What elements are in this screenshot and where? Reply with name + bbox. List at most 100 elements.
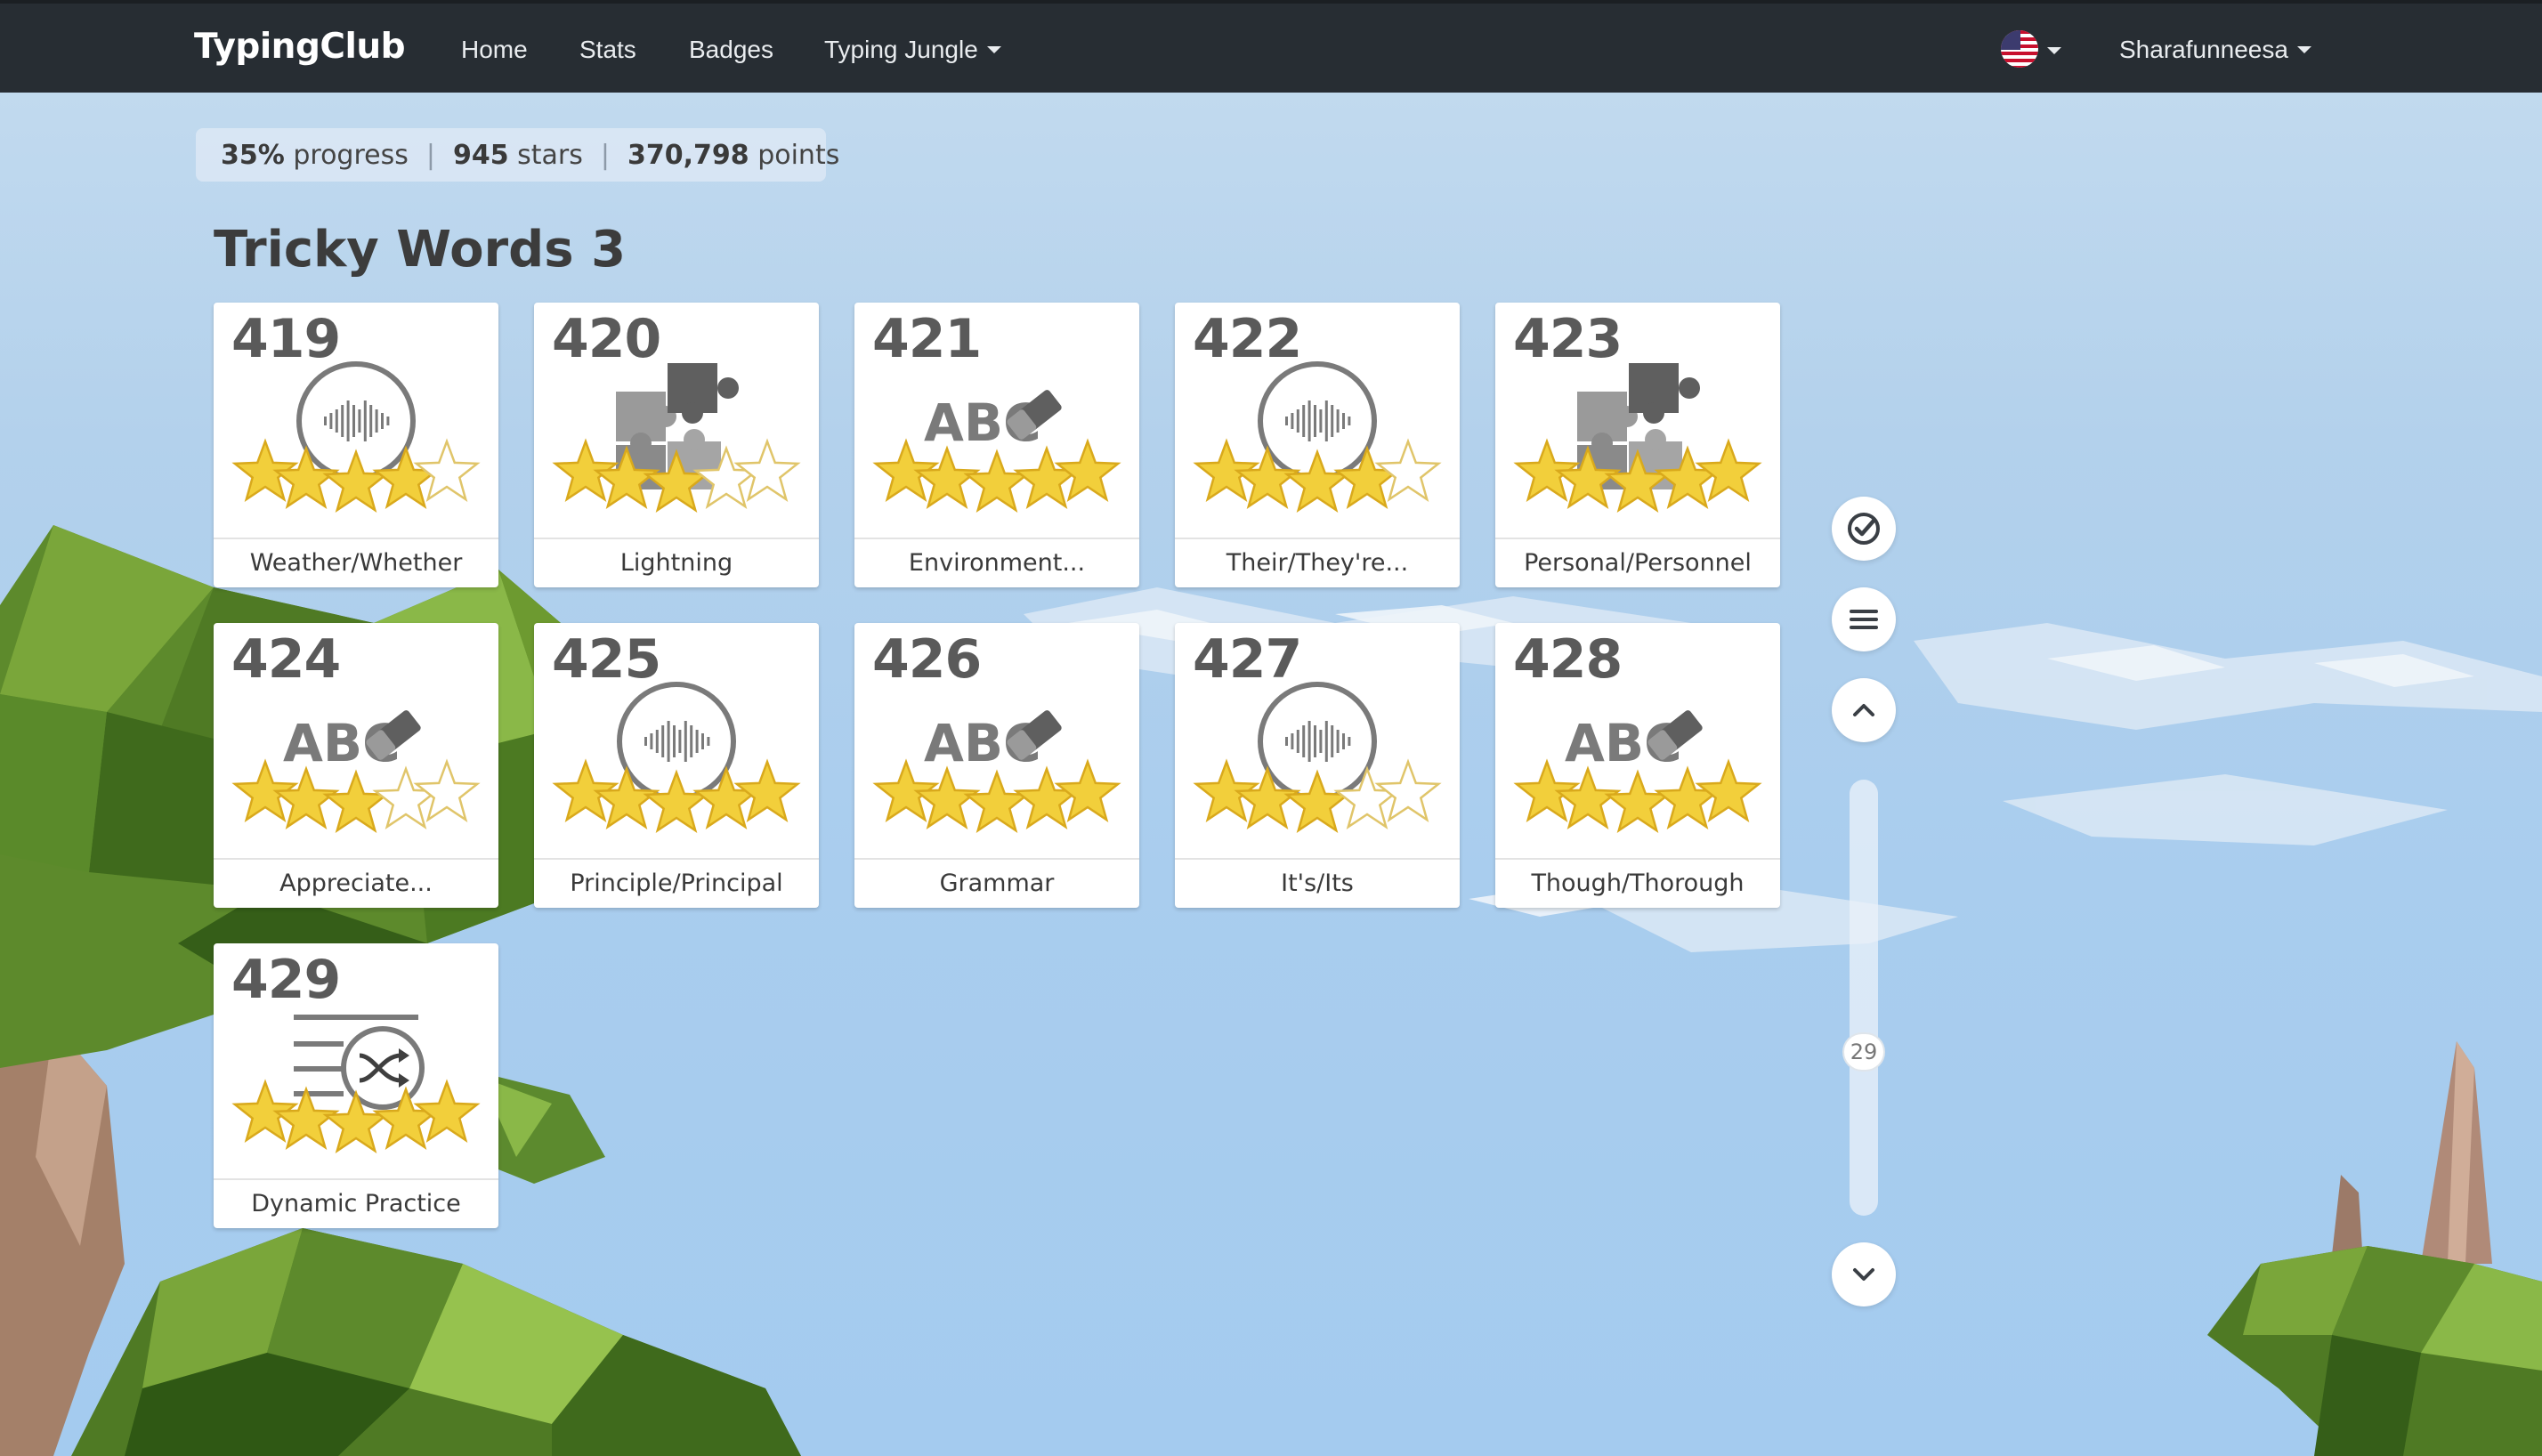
chevron-down-icon <box>1853 1268 1874 1281</box>
star-rating <box>552 438 801 514</box>
star-filled-icon <box>1283 449 1351 514</box>
star-empty-icon <box>413 438 481 503</box>
brand-logo[interactable]: TypingClub <box>194 27 406 67</box>
lesson-title: It's/Its <box>1175 858 1460 908</box>
star-filled-icon <box>272 765 340 830</box>
star-filled-icon <box>1283 769 1351 834</box>
points-label: points <box>757 139 840 171</box>
chevron-down-icon <box>2296 45 2311 53</box>
lesson-title: Weather/Whether <box>214 538 498 587</box>
section-title: Tricky Words 3 <box>214 221 627 279</box>
lesson-title: Grammar <box>854 858 1139 908</box>
star-filled-icon <box>1333 445 1401 510</box>
star-filled-icon <box>733 758 801 823</box>
star-filled-icon <box>272 445 340 510</box>
lesson-title: Though/Thorough <box>1495 858 1780 908</box>
star-rating <box>872 758 1121 834</box>
nav-home-link[interactable]: Home <box>461 36 528 64</box>
menu-button[interactable] <box>1832 587 1896 651</box>
user-menu[interactable]: Sharafunneesa <box>2119 36 2311 64</box>
star-filled-icon <box>643 449 710 514</box>
star-empty-icon <box>1374 758 1442 823</box>
hamburger-icon <box>1850 610 1878 629</box>
scroll-up-button[interactable] <box>1832 678 1896 742</box>
star-filled-icon <box>1695 438 1762 503</box>
lesson-title: Principle/Principal <box>534 858 819 908</box>
progress-summary: 35% progress | 945 stars | 370,798 point… <box>196 128 839 182</box>
star-filled-icon <box>1013 765 1081 830</box>
progress-label: progress <box>293 139 409 171</box>
lesson-title: Lightning <box>534 538 819 587</box>
star-filled-icon <box>1554 765 1622 830</box>
star-rating <box>1513 758 1762 834</box>
star-rating <box>231 1079 481 1154</box>
star-rating <box>552 758 801 834</box>
scroll-down-button[interactable] <box>1832 1242 1896 1306</box>
lesson-card[interactable]: 423 Personal/Personnel <box>1495 303 1780 587</box>
lesson-title: Appreciate... <box>214 858 498 908</box>
star-filled-icon <box>1695 758 1762 823</box>
typing-jungle-dropdown[interactable]: Typing Jungle <box>824 36 1001 64</box>
star-rating <box>231 758 481 834</box>
lesson-card[interactable]: 429 Dynamic Practice <box>214 943 498 1228</box>
lesson-title: Personal/Personnel <box>1495 538 1780 587</box>
star-filled-icon <box>593 445 660 510</box>
star-empty-icon <box>372 765 440 830</box>
divider: | <box>425 139 435 171</box>
stars-count: 945 <box>452 139 509 171</box>
lesson-title: Environment... <box>854 538 1139 587</box>
star-empty-icon <box>1374 438 1442 503</box>
scroll-handle[interactable]: 29 <box>1842 1032 1885 1072</box>
lesson-card[interactable]: 425 Principle/Principal <box>534 623 819 908</box>
star-filled-icon <box>1234 765 1301 830</box>
lesson-card[interactable]: 426 ABC Grammar <box>854 623 1139 908</box>
star-filled-icon <box>1654 445 1721 510</box>
typing-jungle-label: Typing Jungle <box>824 36 978 63</box>
lesson-grid: 419 Weather/Whether 420 Lightning 421 ABC… <box>214 303 1784 1228</box>
star-filled-icon <box>1654 765 1721 830</box>
star-filled-icon <box>1054 438 1121 503</box>
star-filled-icon <box>413 1079 481 1144</box>
lesson-card[interactable]: 428 ABC Though/Thorough <box>1495 623 1780 908</box>
lesson-card[interactable]: 427 It's/Its <box>1175 623 1460 908</box>
stars-label: stars <box>517 139 583 171</box>
lesson-title: Their/They're... <box>1175 538 1460 587</box>
chevron-down-icon <box>986 45 1001 53</box>
star-filled-icon <box>1554 445 1622 510</box>
star-filled-icon <box>372 445 440 510</box>
lesson-card[interactable]: 420 Lightning <box>534 303 819 587</box>
lesson-card[interactable]: 422 Their/They're... <box>1175 303 1460 587</box>
lesson-card[interactable]: 419 Weather/Whether <box>214 303 498 587</box>
scroll-track[interactable] <box>1850 780 1878 1216</box>
lesson-card[interactable]: 421 ABC Environment... <box>854 303 1139 587</box>
progress-percent: 35% <box>221 139 285 171</box>
star-filled-icon <box>272 1086 340 1151</box>
language-chevron-icon[interactable] <box>2047 47 2061 54</box>
star-filled-icon <box>1013 445 1081 510</box>
star-empty-icon <box>692 445 760 510</box>
lesson-card[interactable]: 424 ABC Appreciate... <box>214 623 498 908</box>
star-filled-icon <box>692 765 760 830</box>
nav-stats-link[interactable]: Stats <box>579 36 636 64</box>
star-empty-icon <box>1333 765 1401 830</box>
star-rating <box>1193 758 1442 834</box>
star-filled-icon <box>1604 449 1672 514</box>
lesson-title: Dynamic Practice <box>214 1178 498 1228</box>
star-filled-icon <box>1054 758 1121 823</box>
star-rating <box>872 438 1121 514</box>
star-filled-icon <box>322 449 390 514</box>
star-filled-icon <box>322 769 390 834</box>
check-circle-button[interactable] <box>1832 497 1896 561</box>
star-filled-icon <box>372 1086 440 1151</box>
username: Sharafunneesa <box>2119 36 2288 63</box>
star-filled-icon <box>322 1089 390 1154</box>
star-filled-icon <box>963 449 1031 514</box>
check-circle-icon <box>1848 513 1880 545</box>
star-rating <box>1193 438 1442 514</box>
star-rating <box>1513 438 1762 514</box>
star-filled-icon <box>913 445 981 510</box>
star-filled-icon <box>913 765 981 830</box>
us-flag-icon[interactable] <box>2001 30 2038 68</box>
nav-badges-link[interactable]: Badges <box>689 36 773 64</box>
top-navbar: TypingClub Home Stats Badges Typing Jung… <box>0 0 2542 93</box>
